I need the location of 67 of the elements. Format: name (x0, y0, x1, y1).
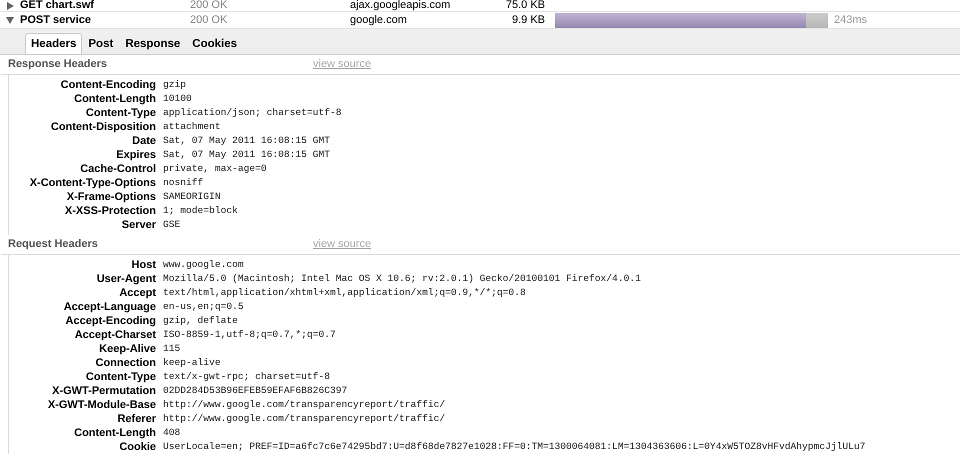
header-name: Date (131, 134, 157, 148)
request-domain: google.com (350, 12, 408, 28)
header-name: X-GWT-Permutation (51, 384, 157, 398)
header-name: Accept-Language (62, 300, 157, 314)
request-name[interactable]: GET chart.swf (20, 0, 190, 14)
header-value: keep-alive (163, 356, 221, 370)
header-name: Keep-Alive (98, 342, 157, 356)
section-title: Request Headers (8, 237, 99, 252)
header-name: Cache-Control (79, 162, 157, 176)
header-name: Content-Encoding (60, 78, 157, 92)
header-value: text/x-gwt-rpc; charset=utf-8 (163, 370, 330, 384)
request-name[interactable]: POST service (20, 12, 190, 28)
triangle-down-icon[interactable] (6, 16, 14, 24)
header-name: Accept (118, 286, 157, 300)
header-name: X-Content-Type-Options (28, 176, 157, 190)
request-domain: ajax.googleapis.com (350, 0, 452, 14)
header-value: http://www.google.com/transparencyreport/traffic/ (163, 412, 446, 426)
header-value: gzip (163, 78, 186, 92)
request-time: 243ms (834, 12, 868, 28)
header-value: http://www.google.com/transparencyreport/traffic/ (163, 398, 446, 412)
header-name: Expires (115, 148, 157, 162)
header-name: Content-Disposition (50, 120, 157, 134)
header-name: Accept-Encoding (64, 314, 157, 328)
request-size: 9.9 KB (510, 12, 545, 28)
header-value: 10100 (163, 92, 192, 106)
request-status: 200 OK (190, 12, 228, 28)
triangle-right-icon[interactable] (6, 2, 14, 10)
section-title: Response Headers (8, 57, 108, 72)
header-name: Content-Type (84, 370, 157, 384)
header-name: Content-Length (73, 92, 157, 106)
header-name: User-Agent (96, 272, 157, 286)
header-value: ISO-8859-1,utf-8;q=0.7,*;q=0.7 (163, 328, 336, 342)
header-value: UserLocale=en; PREF=ID=a6fc7c6e74295bd7:U=d8f68de7827e1028:FF=0:TM=1300064081:LM=1304363606:L=0Y4xW5TOZ8vHFvdAhypmcJjlULu7 (163, 440, 866, 454)
header-name: Host (130, 258, 157, 272)
header-value: SAMEORIGIN (163, 190, 221, 204)
header-value: application/json; charset=utf-8 (163, 106, 342, 120)
header-value: 408 (163, 426, 180, 440)
header-value: Sat, 07 May 2011 16:08:15 GMT (163, 134, 330, 148)
header-value: 1; mode=block (163, 204, 238, 218)
tab[interactable]: Post (82, 33, 120, 54)
header-name: Server (120, 218, 157, 232)
header-value: attachment (163, 120, 221, 134)
header-name: Connection (94, 356, 157, 370)
header-value: Sat, 07 May 2011 16:08:15 GMT (163, 148, 330, 162)
tab[interactable]: Cookies (186, 33, 244, 54)
header-name: X-GWT-Module-Base (46, 398, 157, 412)
header-name: X-Frame-Options (66, 190, 157, 204)
header-value: GSE (163, 218, 180, 232)
header-value: gzip, deflate (163, 314, 238, 328)
header-value: private, max-age=0 (163, 162, 267, 176)
request-status: 200 OK (190, 0, 228, 14)
header-name: Content-Type (84, 106, 157, 120)
header-value: text/html,application/xhtml+xml,application/xml;q=0.9,*/*;q=0.8 (163, 286, 526, 300)
header-value: www.google.com (163, 258, 244, 272)
header-name: X-XSS-Protection (64, 204, 157, 218)
header-name: Referer (116, 412, 157, 426)
header-name: Cookie (118, 440, 157, 454)
header-value: 115 (163, 342, 180, 356)
header-value: Mozilla/5.0 (Macintosh; Intel Mac OS X 10.6; rv:2.0.1) Gecko/20100101 Firefox/4.0.1 (163, 272, 641, 286)
tab[interactable]: Headers (25, 33, 82, 54)
header-value: nosniff (163, 176, 204, 190)
tab[interactable]: Response (119, 33, 186, 54)
header-value: en-us,en;q=0.5 (163, 300, 244, 314)
header-name: Content-Length (73, 426, 157, 440)
request-size: 75.0 KB (504, 0, 545, 14)
header-value: 02DD284D53B96EFEB59EFAF6B826C397 (163, 384, 348, 398)
header-name: Accept-Charset (74, 328, 157, 342)
